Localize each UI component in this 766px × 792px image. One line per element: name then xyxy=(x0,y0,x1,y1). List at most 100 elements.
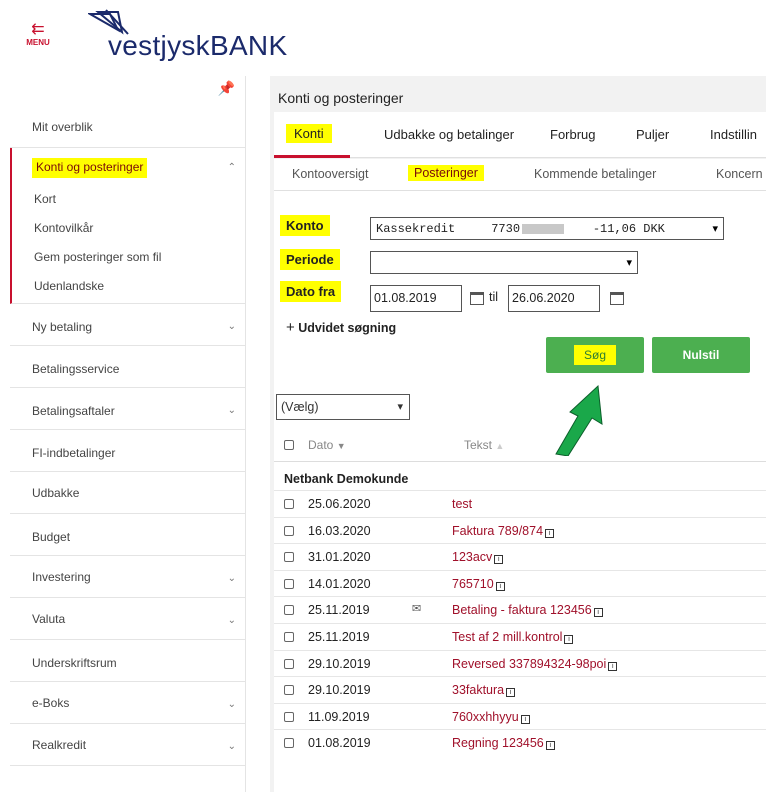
date-from-input[interactable]: 01.08.2019 xyxy=(370,285,462,312)
sidebar-item-investering[interactable]: Investering ⌄ xyxy=(10,556,246,598)
menu-button[interactable]: ⇇ MENU xyxy=(22,22,54,52)
info-icon[interactable]: i xyxy=(608,661,618,671)
sidebar-item-label: Underskriftsrum xyxy=(32,656,117,670)
info-icon[interactable]: i xyxy=(545,741,555,751)
sidebar-subitem-gem-posteringer[interactable]: Gem posteringer som fil xyxy=(34,250,161,264)
info-icon[interactable]: i xyxy=(506,688,516,698)
row-checkbox[interactable] xyxy=(284,605,294,616)
konto-select[interactable]: Kassekredit 7730 -11,06 DKK ▾ xyxy=(370,217,724,240)
subtab-posteringer[interactable]: Posteringer xyxy=(408,165,484,181)
table-row[interactable]: 11.09.2019 760xxhhyyu i xyxy=(274,702,766,729)
pin-icon[interactable]: 📌 xyxy=(218,80,235,97)
row-checkbox[interactable] xyxy=(284,552,294,563)
row-date: 25.11.2019 xyxy=(308,603,370,618)
subtab-kommende-betalinger[interactable]: Kommende betalinger xyxy=(534,167,656,181)
info-icon[interactable]: i xyxy=(494,555,504,565)
sidebar-subitem-kontovilkar[interactable]: Kontovilkår xyxy=(34,221,93,235)
row-checkbox[interactable] xyxy=(284,658,294,669)
row-text: 760xxhhyyu xyxy=(452,709,519,724)
sidebar-item-budget[interactable]: Budget xyxy=(10,514,246,556)
row-text: Regning 123456 xyxy=(452,736,544,751)
sidebar-item-betalingsaftaler[interactable]: Betalingsaftaler ⌄ xyxy=(10,388,246,430)
info-icon[interactable]: i xyxy=(593,608,603,618)
row-checkbox[interactable] xyxy=(284,632,294,642)
table-row[interactable]: 14.01.2020 765710 i xyxy=(274,569,766,596)
annotation-arrow xyxy=(555,384,603,456)
sidebar-item-fi-indbetalinger[interactable]: FI-indbetalinger xyxy=(10,430,246,472)
tab-konti[interactable]: Konti xyxy=(286,124,332,143)
table-row[interactable]: 25.06.2020 test xyxy=(274,490,766,516)
sidebar-item-valuta[interactable]: Valuta ⌄ xyxy=(10,598,246,640)
sidebar-item-realkredit[interactable]: Realkredit ⌄ xyxy=(10,724,246,766)
row-text: 765710 xyxy=(452,576,494,591)
table-row[interactable]: 25.11.2019 ✉ Betaling - faktura 123456 i xyxy=(274,596,766,622)
chevron-down-icon: ▾ xyxy=(626,257,632,269)
table-row[interactable]: 31.01.2020 123acv i xyxy=(274,543,766,569)
search-button[interactable]: Søg xyxy=(546,337,644,373)
column-header-text[interactable]: Tekst ▲ xyxy=(464,438,504,452)
table-row[interactable]: 29.10.2019 Reversed 337894324-98poi i xyxy=(274,649,766,676)
table-row[interactable]: 16.03.2020 Faktura 789/874 i xyxy=(274,516,766,543)
row-text-link[interactable]: Faktura 789/874 i xyxy=(452,524,555,538)
sidebar-subitem-kort[interactable]: Kort xyxy=(34,192,56,206)
info-icon[interactable]: i xyxy=(520,714,530,724)
tab-puljer[interactable]: Puljer xyxy=(636,127,669,142)
row-text: Betaling - faktura 123456 xyxy=(452,603,592,618)
info-icon[interactable]: i xyxy=(564,635,574,644)
sidebar-item-label: Betalingsaftaler xyxy=(32,404,115,418)
sidebar-item-konti-og-posteringer[interactable]: Konti og posteringer xyxy=(32,158,148,178)
sidebar-item-e-boks[interactable]: e-Boks ⌄ xyxy=(10,682,246,724)
bank-logo[interactable]: vestjyskBANK xyxy=(78,4,338,64)
column-header-date[interactable]: Dato ▼ xyxy=(308,438,346,452)
sidebar-item-mit-overblik[interactable]: Mit overblik xyxy=(10,96,246,148)
subtab-koncern[interactable]: Koncern xyxy=(716,167,763,181)
bulk-action-select[interactable]: (Vælg) ▾ xyxy=(276,394,410,420)
row-checkbox[interactable] xyxy=(284,525,294,536)
sidebar-item-ny-betaling[interactable]: Ny betaling ⌄ xyxy=(10,304,246,346)
row-text-link[interactable]: 123acv i xyxy=(452,550,504,565)
sidebar-item-udbakke[interactable]: Udbakke xyxy=(10,472,246,514)
row-text-link[interactable]: 765710 i xyxy=(452,577,505,591)
info-icon[interactable]: i xyxy=(545,528,555,538)
date-to-input[interactable]: 26.06.2020 xyxy=(508,285,600,312)
sidebar-item-label: Udbakke xyxy=(32,486,80,500)
row-checkbox[interactable] xyxy=(284,499,294,509)
table-row[interactable]: 29.10.2019 33faktura i xyxy=(274,676,766,702)
reset-button[interactable]: Nulstil xyxy=(652,337,750,373)
table-row[interactable]: 25.11.2019 Test af 2 mill.kontrol i xyxy=(274,623,766,649)
subtab-kontooversigt[interactable]: Kontooversigt xyxy=(292,167,368,181)
tab-forbrug[interactable]: Forbrug xyxy=(550,127,596,142)
row-text-link[interactable]: test xyxy=(452,497,472,511)
konto-number: 7730 xyxy=(491,222,521,236)
info-icon[interactable]: i xyxy=(495,581,505,591)
chevron-up-icon[interactable]: ⌃ xyxy=(228,162,236,173)
row-text: Test af 2 mill.kontrol xyxy=(452,630,563,644)
row-text-link[interactable]: Test af 2 mill.kontrol i xyxy=(452,630,574,644)
row-text-link[interactable]: 33faktura i xyxy=(452,683,516,698)
account-group-heading: Netbank Demokunde xyxy=(284,472,409,486)
row-checkbox[interactable] xyxy=(284,711,294,722)
sidebar-item-betalingsservice[interactable]: Betalingsservice xyxy=(10,346,246,388)
sidebar-expanded-konti: Konti og posteringer ⌃ Kort Kontovilkår … xyxy=(10,148,246,304)
plus-icon: + xyxy=(286,319,295,336)
calendar-icon[interactable] xyxy=(610,292,624,305)
envelope-icon[interactable]: ✉ xyxy=(412,602,421,615)
konto-amount: -11,06 DKK xyxy=(592,222,665,236)
calendar-icon[interactable] xyxy=(470,292,484,305)
tab-indstillinger[interactable]: Indstillin xyxy=(710,127,757,142)
expand-search-link[interactable]: + Udvidet søgning xyxy=(286,319,396,336)
tab-udbakke-og-betalinger[interactable]: Udbakke og betalinger xyxy=(384,127,514,142)
row-text-link[interactable]: 760xxhhyyu i xyxy=(452,710,530,724)
row-text-link[interactable]: Regning 123456 i xyxy=(452,736,555,751)
row-checkbox[interactable] xyxy=(284,578,294,589)
periode-select[interactable]: ▾ xyxy=(370,251,638,274)
sidebar-subitem-udenlandske[interactable]: Udenlandske xyxy=(34,279,104,293)
row-text-link[interactable]: Reversed 337894324-98poi i xyxy=(452,657,618,671)
table-row[interactable]: 01.08.2019 Regning 123456 i xyxy=(274,729,766,755)
row-checkbox[interactable] xyxy=(284,685,294,696)
konto-label: Konto xyxy=(280,215,330,236)
select-all-checkbox[interactable] xyxy=(284,440,294,450)
row-text-link[interactable]: Betaling - faktura 123456 i xyxy=(452,603,603,618)
row-checkbox[interactable] xyxy=(284,738,294,749)
sidebar-item-underskriftsrum[interactable]: Underskriftsrum xyxy=(10,640,246,682)
